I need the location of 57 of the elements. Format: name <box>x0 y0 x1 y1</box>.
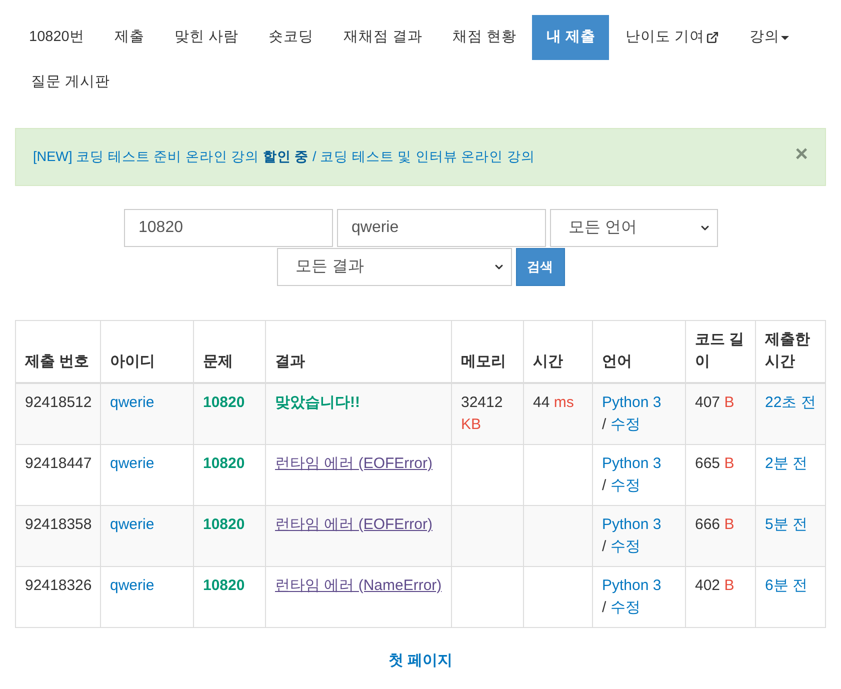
language-link[interactable]: Python 3 <box>602 516 662 533</box>
nav-tab[interactable]: 10820번 <box>15 15 98 60</box>
nav-tab[interactable]: 난이도 기여 <box>611 15 734 60</box>
table-cell: 92418326 <box>16 566 100 628</box>
edit-link[interactable]: 수정 <box>610 538 640 555</box>
user-link[interactable]: qwerie <box>110 455 154 472</box>
time-value: 44 <box>533 394 550 411</box>
announcement-link[interactable]: [NEW] 코딩 테스트 준비 온라인 강의 할인 중 / 코딩 테스트 및 인터뷰 온라인 강의 <box>33 146 535 168</box>
close-button[interactable]: × <box>795 143 808 165</box>
nav-tab[interactable]: 질문 게시판 <box>17 60 124 105</box>
problem-link[interactable]: 10820 <box>203 577 245 594</box>
edit-link[interactable]: 수정 <box>610 477 640 494</box>
user-id-field[interactable]: qwerie <box>336 209 546 247</box>
code-length-unit: B <box>724 577 734 594</box>
nav-tab[interactable]: 제출 <box>100 15 158 60</box>
submitted-time-link[interactable]: 5분 전 <box>765 516 808 533</box>
result-select[interactable]: 모든 결과 <box>276 248 512 286</box>
nav-tab[interactable]: 내 제출 <box>532 15 610 60</box>
submitted-time-link[interactable]: 6분 전 <box>765 577 808 594</box>
code-length-unit: B <box>724 455 734 472</box>
submitted-time-link[interactable]: 2분 전 <box>765 455 808 472</box>
external-link-icon <box>706 31 720 44</box>
code-length-unit: B <box>724 516 734 533</box>
time-unit: ms <box>554 394 574 411</box>
problem-link[interactable]: 10820 <box>203 516 245 533</box>
nav-tab[interactable]: 재채점 결과 <box>329 15 436 60</box>
memory-unit: KB <box>461 416 482 433</box>
edit-link[interactable]: 수정 <box>610 416 640 433</box>
separator-text: / <box>602 416 606 433</box>
problem-link[interactable]: 10820 <box>203 394 245 411</box>
search-button[interactable]: 검색 <box>516 248 564 286</box>
memory-value: 32412 <box>461 394 503 411</box>
code-length-value: 402 <box>695 577 720 594</box>
language-link[interactable]: Python 3 <box>602 455 662 472</box>
language-link[interactable]: Python 3 <box>602 577 662 594</box>
nav-tab[interactable]: 맞힌 사람 <box>160 15 252 60</box>
nav-tab[interactable]: 숏코딩 <box>254 15 328 60</box>
nav-tab[interactable]: 채점 현황 <box>438 15 530 60</box>
edit-link[interactable]: 수정 <box>610 599 640 616</box>
language-link[interactable]: Python 3 <box>602 394 662 411</box>
code-length-value: 665 <box>695 455 720 472</box>
result-text: 맞았습니다!! <box>275 394 360 411</box>
caret-down-icon <box>781 36 790 40</box>
user-link[interactable]: qwerie <box>110 577 154 594</box>
code-length-unit: B <box>724 394 734 411</box>
separator-text: / <box>602 477 606 494</box>
language-select[interactable]: 모든 언어 <box>550 209 718 247</box>
user-link[interactable]: qwerie <box>110 516 154 533</box>
separator-text: / <box>602 538 606 555</box>
problem-id-field[interactable]: 10820 <box>124 209 332 247</box>
first-page-link[interactable]: 첫 페이지 <box>388 650 453 672</box>
nav-tab[interactable]: 강의 <box>735 15 804 60</box>
separator-text: / <box>602 599 606 616</box>
code-length-value: 407 <box>695 394 720 411</box>
problem-link[interactable]: 10820 <box>203 455 245 472</box>
code-length-value: 666 <box>695 516 720 533</box>
user-link[interactable]: qwerie <box>110 394 154 411</box>
